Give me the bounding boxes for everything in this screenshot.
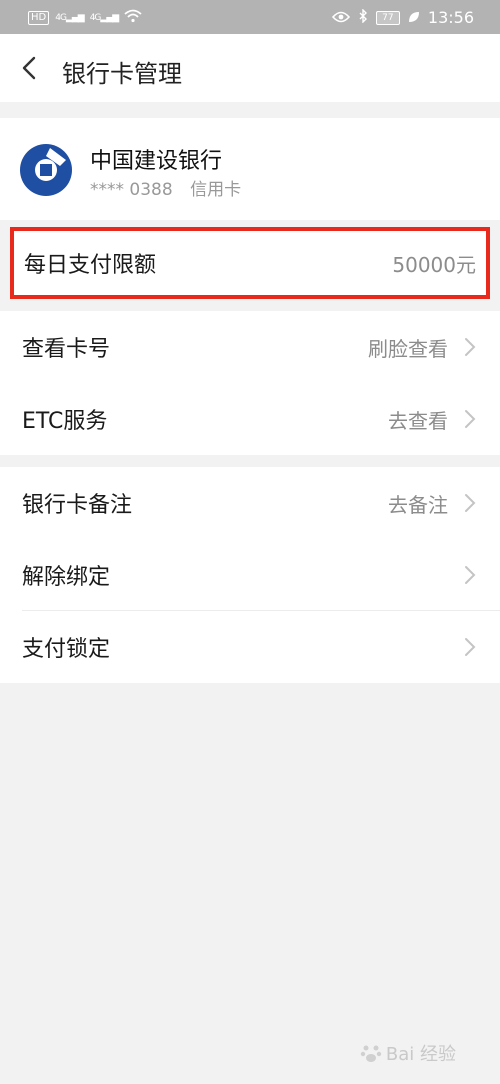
page-title: 银行卡管理 bbox=[62, 60, 182, 88]
unbind-label: 解除绑定 bbox=[22, 565, 111, 590]
payment-lock-row[interactable]: 支付锁定 bbox=[0, 611, 500, 683]
chevron-right-icon bbox=[464, 565, 476, 585]
baidu-watermark: Bai 经验 bbox=[360, 1040, 456, 1066]
chevron-right-icon bbox=[464, 337, 476, 357]
etc-service-row[interactable]: ETC服务 去查看 bbox=[0, 383, 500, 455]
card-manage-section: 银行卡备注 去备注 解除绑定 支付锁定 bbox=[0, 467, 500, 683]
card-note-value: 去备注 bbox=[388, 492, 448, 517]
back-button[interactable] bbox=[18, 56, 42, 80]
leaf-icon bbox=[408, 9, 420, 27]
paw-icon bbox=[360, 1045, 382, 1062]
bank-card-info: 中国建设银行 **** 0388 信用卡 bbox=[0, 118, 500, 220]
unbind-row[interactable]: 解除绑定 bbox=[0, 539, 500, 611]
chevron-right-icon bbox=[464, 493, 476, 513]
bluetooth-icon bbox=[358, 7, 368, 27]
status-left: HD 4G▂▄▆ 4G▂▄▆ bbox=[28, 9, 142, 27]
etc-service-label: ETC服务 bbox=[22, 409, 108, 434]
status-right: 77 13:56 bbox=[331, 7, 474, 27]
view-card-number-label: 查看卡号 bbox=[22, 337, 111, 362]
status-bar: HD 4G▂▄▆ 4G▂▄▆ 77 13:56 bbox=[0, 0, 500, 34]
daily-limit-row[interactable]: 每日支付限额 50000元 bbox=[10, 227, 490, 299]
card-number: **** 0388 bbox=[90, 180, 173, 200]
wifi-icon bbox=[124, 9, 142, 27]
chevron-right-icon bbox=[464, 637, 476, 657]
ccb-logo-icon bbox=[20, 144, 72, 196]
eye-icon bbox=[331, 9, 350, 27]
daily-limit-label: 每日支付限额 bbox=[24, 253, 157, 278]
chevron-left-icon bbox=[22, 56, 36, 80]
view-card-number-value: 刷脸查看 bbox=[368, 336, 448, 361]
card-note-label: 银行卡备注 bbox=[22, 493, 133, 518]
payment-lock-label: 支付锁定 bbox=[22, 637, 111, 662]
view-card-number-row[interactable]: 查看卡号 刷脸查看 bbox=[0, 311, 500, 383]
battery-icon: 77 bbox=[375, 10, 400, 25]
signal-icon: 4G▂▄▆ bbox=[55, 13, 84, 23]
chevron-right-icon bbox=[464, 409, 476, 429]
card-options-section: 查看卡号 刷脸查看 ETC服务 去查看 bbox=[0, 311, 500, 455]
bank-name: 中国建设银行 bbox=[90, 149, 223, 174]
signal-icon-2: 4G▂▄▆ bbox=[89, 13, 119, 23]
daily-limit-value: 50000元 bbox=[392, 252, 476, 277]
nav-header: 银行卡管理 bbox=[0, 34, 500, 102]
status-time: 13:56 bbox=[427, 8, 474, 27]
hd-icon: HD bbox=[28, 11, 50, 25]
card-note-row[interactable]: 银行卡备注 去备注 bbox=[0, 467, 500, 539]
watermark-text: Bai 经验 bbox=[385, 1044, 456, 1065]
card-details: **** 0388 信用卡 bbox=[90, 175, 253, 200]
etc-service-value: 去查看 bbox=[388, 408, 448, 433]
card-type: 信用卡 bbox=[190, 180, 242, 200]
